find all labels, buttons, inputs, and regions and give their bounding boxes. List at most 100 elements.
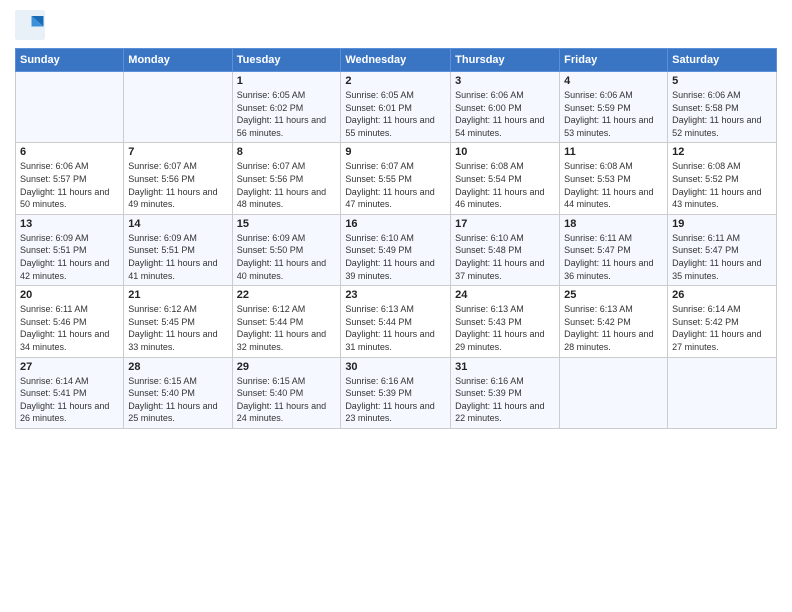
calendar-cell xyxy=(560,357,668,428)
day-info: Sunrise: 6:10 AMSunset: 5:48 PMDaylight:… xyxy=(455,232,555,282)
day-number: 6 xyxy=(20,146,119,158)
day-number: 27 xyxy=(20,361,119,373)
day-number: 31 xyxy=(455,361,555,373)
day-number: 9 xyxy=(345,146,446,158)
day-number: 4 xyxy=(564,75,663,87)
header xyxy=(15,10,777,40)
weekday-header: Thursday xyxy=(451,49,560,72)
calendar-cell: 23 Sunrise: 6:13 AMSunset: 5:44 PMDayligh… xyxy=(341,286,451,357)
day-number: 21 xyxy=(128,289,227,301)
day-info: Sunrise: 6:10 AMSunset: 5:49 PMDaylight:… xyxy=(345,232,446,282)
calendar-cell: 28Sunrise: 6:15 AMSunset: 5:40 PMDayligh… xyxy=(124,357,232,428)
day-number: 15 xyxy=(237,218,337,230)
calendar-cell: 3Sunrise: 6:06 AMSunset: 6:00 PMDaylight… xyxy=(451,72,560,143)
calendar-cell: 1 Sunrise: 6:05 AMSunset: 6:02 PMDaylight… xyxy=(232,72,341,143)
calendar-cell: 13 Sunrise: 6:09 AMSunset: 5:51 PMDayligh… xyxy=(16,214,124,285)
calendar-cell: 25 Sunrise: 6:13 AMSunset: 5:42 PMDayligh… xyxy=(560,286,668,357)
calendar-cell: 16 Sunrise: 6:10 AMSunset: 5:49 PMDayligh… xyxy=(341,214,451,285)
weekday-header: Tuesday xyxy=(232,49,341,72)
day-info: Sunrise: 6:11 AMSunset: 5:47 PMDaylight:… xyxy=(672,232,772,282)
day-info: Sunrise: 6:06 AMSunset: 6:00 PMDaylight:… xyxy=(455,89,555,139)
calendar-cell: 21 Sunrise: 6:12 AMSunset: 5:45 PMDayligh… xyxy=(124,286,232,357)
day-info: Sunrise: 6:07 AMSunset: 5:56 PMDaylight:… xyxy=(237,160,337,210)
day-info: Sunrise: 6:16 AMSunset: 5:39 PMDaylight:… xyxy=(455,375,555,425)
calendar-week-row: 1 Sunrise: 6:05 AMSunset: 6:02 PMDaylight… xyxy=(16,72,777,143)
day-info: Sunrise: 6:15 AMSunset: 5:40 PMDaylight:… xyxy=(128,375,227,425)
day-info: Sunrise: 6:08 AMSunset: 5:53 PMDaylight:… xyxy=(564,160,663,210)
calendar-table: SundayMondayTuesdayWednesdayThursdayFrid… xyxy=(15,48,777,429)
day-info: Sunrise: 6:09 AMSunset: 5:51 PMDaylight:… xyxy=(128,232,227,282)
calendar-cell xyxy=(16,72,124,143)
day-number: 25 xyxy=(564,289,663,301)
calendar-cell: 11 Sunrise: 6:08 AMSunset: 5:53 PMDayligh… xyxy=(560,143,668,214)
day-number: 29 xyxy=(237,361,337,373)
calendar-cell: 19 Sunrise: 6:11 AMSunset: 5:47 PMDayligh… xyxy=(668,214,777,285)
day-info: Sunrise: 6:08 AMSunset: 5:54 PMDaylight:… xyxy=(455,160,555,210)
day-info: Sunrise: 6:12 AMSunset: 5:44 PMDaylight:… xyxy=(237,303,337,353)
calendar-cell: 12 Sunrise: 6:08 AMSunset: 5:52 PMDayligh… xyxy=(668,143,777,214)
day-number: 22 xyxy=(237,289,337,301)
day-info: Sunrise: 6:15 AMSunset: 5:40 PMDaylight:… xyxy=(237,375,337,425)
day-info: Sunrise: 6:14 AMSunset: 5:41 PMDaylight:… xyxy=(20,375,119,425)
day-info: Sunrise: 6:16 AMSunset: 5:39 PMDaylight:… xyxy=(345,375,446,425)
calendar-cell: 7 Sunrise: 6:07 AMSunset: 5:56 PMDaylight… xyxy=(124,143,232,214)
calendar-cell: 31 Sunrise: 6:16 AMSunset: 5:39 PMDayligh… xyxy=(451,357,560,428)
calendar-cell xyxy=(124,72,232,143)
calendar-cell: 4 Sunrise: 6:06 AMSunset: 5:59 PMDaylight… xyxy=(560,72,668,143)
day-info: Sunrise: 6:07 AMSunset: 5:56 PMDaylight:… xyxy=(128,160,227,210)
calendar-cell: 9 Sunrise: 6:07 AMSunset: 5:55 PMDaylight… xyxy=(341,143,451,214)
day-number: 26 xyxy=(672,289,772,301)
day-number: 13 xyxy=(20,218,119,230)
day-info: Sunrise: 6:12 AMSunset: 5:45 PMDaylight:… xyxy=(128,303,227,353)
day-info: Sunrise: 6:05 AMSunset: 6:01 PMDaylight:… xyxy=(345,89,446,139)
day-number: 10 xyxy=(455,146,555,158)
calendar-cell: 15 Sunrise: 6:09 AMSunset: 5:50 PMDayligh… xyxy=(232,214,341,285)
calendar-cell xyxy=(668,357,777,428)
day-info: Sunrise: 6:08 AMSunset: 5:52 PMDaylight:… xyxy=(672,160,772,210)
day-info: Sunrise: 6:09 AMSunset: 5:51 PMDaylight:… xyxy=(20,232,119,282)
day-number: 8 xyxy=(237,146,337,158)
day-number: 11 xyxy=(564,146,663,158)
calendar-cell: 10 Sunrise: 6:08 AMSunset: 5:54 PMDayligh… xyxy=(451,143,560,214)
calendar-cell: 30 Sunrise: 6:16 AMSunset: 5:39 PMDayligh… xyxy=(341,357,451,428)
calendar-cell: 18Sunrise: 6:11 AMSunset: 5:47 PMDayligh… xyxy=(560,214,668,285)
day-info: Sunrise: 6:07 AMSunset: 5:55 PMDaylight:… xyxy=(345,160,446,210)
day-number: 1 xyxy=(237,75,337,87)
day-info: Sunrise: 6:13 AMSunset: 5:42 PMDaylight:… xyxy=(564,303,663,353)
day-info: Sunrise: 6:06 AMSunset: 5:59 PMDaylight:… xyxy=(564,89,663,139)
day-number: 30 xyxy=(345,361,446,373)
calendar-cell: 24 Sunrise: 6:13 AMSunset: 5:43 PMDayligh… xyxy=(451,286,560,357)
day-number: 20 xyxy=(20,289,119,301)
weekday-header: Friday xyxy=(560,49,668,72)
day-info: Sunrise: 6:13 AMSunset: 5:43 PMDaylight:… xyxy=(455,303,555,353)
calendar-cell: 8 Sunrise: 6:07 AMSunset: 5:56 PMDaylight… xyxy=(232,143,341,214)
weekday-header: Sunday xyxy=(16,49,124,72)
day-info: Sunrise: 6:13 AMSunset: 5:44 PMDaylight:… xyxy=(345,303,446,353)
weekday-header: Saturday xyxy=(668,49,777,72)
day-info: Sunrise: 6:09 AMSunset: 5:50 PMDaylight:… xyxy=(237,232,337,282)
day-number: 12 xyxy=(672,146,772,158)
calendar-cell: 22 Sunrise: 6:12 AMSunset: 5:44 PMDayligh… xyxy=(232,286,341,357)
calendar-week-row: 20Sunrise: 6:11 AMSunset: 5:46 PMDayligh… xyxy=(16,286,777,357)
calendar-cell: 27 Sunrise: 6:14 AMSunset: 5:41 PMDayligh… xyxy=(16,357,124,428)
day-number: 17 xyxy=(455,218,555,230)
day-number: 7 xyxy=(128,146,227,158)
calendar-week-row: 13 Sunrise: 6:09 AMSunset: 5:51 PMDayligh… xyxy=(16,214,777,285)
day-number: 18 xyxy=(564,218,663,230)
calendar-week-row: 27 Sunrise: 6:14 AMSunset: 5:41 PMDayligh… xyxy=(16,357,777,428)
day-number: 19 xyxy=(672,218,772,230)
day-number: 24 xyxy=(455,289,555,301)
day-info: Sunrise: 6:05 AMSunset: 6:02 PMDaylight:… xyxy=(237,89,337,139)
logo-icon xyxy=(15,10,45,40)
calendar-cell: 29 Sunrise: 6:15 AMSunset: 5:40 PMDayligh… xyxy=(232,357,341,428)
calendar-week-row: 6 Sunrise: 6:06 AMSunset: 5:57 PMDaylight… xyxy=(16,143,777,214)
day-number: 16 xyxy=(345,218,446,230)
day-info: Sunrise: 6:06 AMSunset: 5:57 PMDaylight:… xyxy=(20,160,119,210)
weekday-header: Monday xyxy=(124,49,232,72)
day-number: 5 xyxy=(672,75,772,87)
day-number: 2 xyxy=(345,75,446,87)
calendar-cell: 6 Sunrise: 6:06 AMSunset: 5:57 PMDaylight… xyxy=(16,143,124,214)
day-number: 23 xyxy=(345,289,446,301)
calendar-cell: 5Sunrise: 6:06 AMSunset: 5:58 PMDaylight… xyxy=(668,72,777,143)
calendar-cell: 2 Sunrise: 6:05 AMSunset: 6:01 PMDaylight… xyxy=(341,72,451,143)
